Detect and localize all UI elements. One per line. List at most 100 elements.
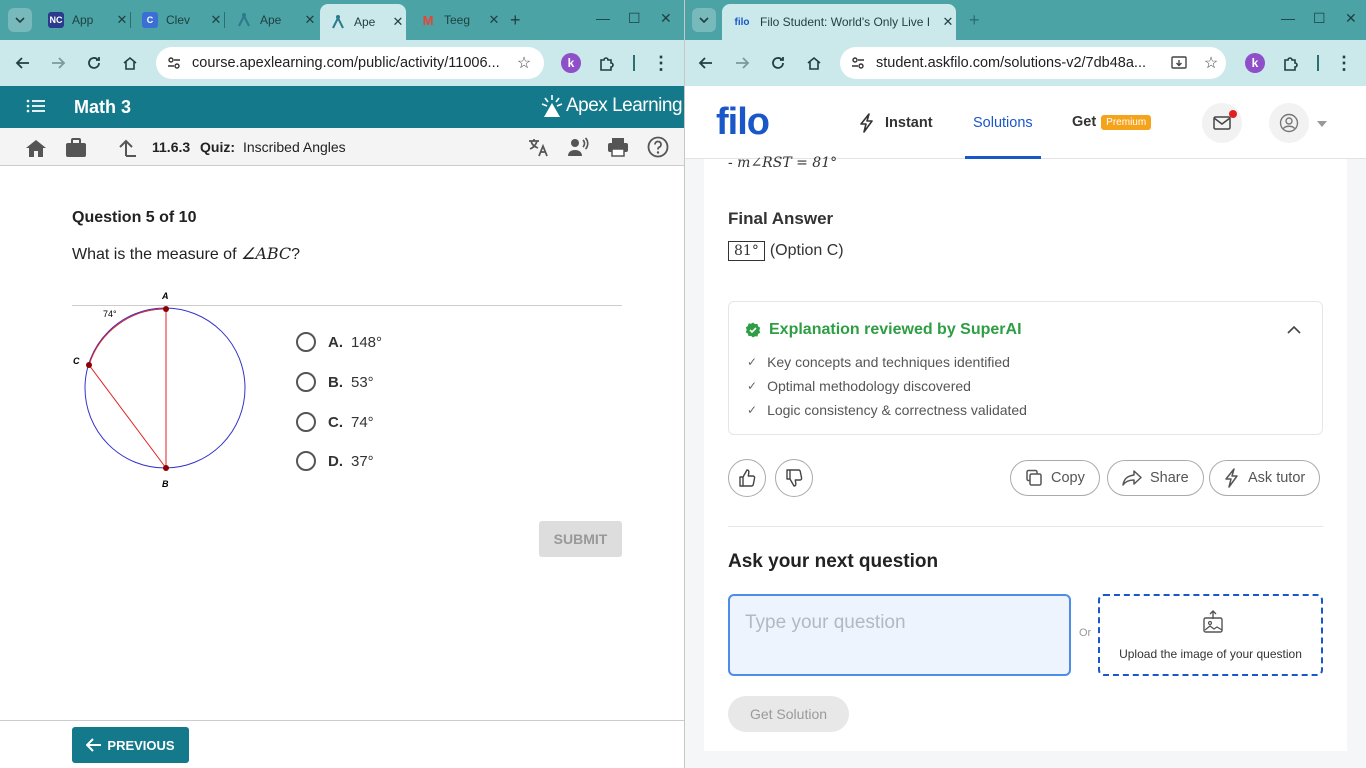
ask-tutor-button[interactable]: Ask tutor [1209,460,1321,496]
reload-icon[interactable] [83,52,105,74]
maximize-icon[interactable]: ☐ [1313,10,1326,27]
check-icon: ✓ [747,403,758,417]
final-answer: 81° (Option C) [728,241,844,261]
profile-dropdown-icon[interactable] [1316,116,1328,134]
activity-name: Inscribed Angles [242,139,346,155]
chord-cb [88,364,167,469]
extension-k-icon[interactable]: k [561,53,581,73]
submit-button[interactable]: SUBMIT [539,521,622,557]
tab-label: Ape [260,13,282,27]
tab-search-button[interactable] [8,8,32,32]
extensions-puzzle-icon[interactable] [1280,52,1302,74]
point-b [163,465,169,471]
tab-apex-1[interactable]: Ape ✕ [226,6,318,34]
option-a[interactable]: A. 148° [296,332,382,352]
minimize-icon[interactable]: — [596,10,610,26]
close-icon[interactable]: ✕ [114,12,130,28]
up-arrow-icon[interactable] [117,138,137,163]
review-item-text: Optimal methodology discovered [767,378,971,394]
upload-image-area[interactable]: Upload the image of your question [1098,594,1323,676]
chevron-down-icon [15,17,25,24]
filo-favicon: filo [734,16,750,28]
back-icon[interactable] [695,52,717,74]
tab-apex-app[interactable]: NC App ✕ [38,6,130,34]
review-checklist: ✓ Key concepts and techniques identified … [747,350,1027,422]
home-icon[interactable] [25,138,47,163]
nav-get-premium[interactable]: Get Premium [1072,114,1152,130]
copy-label: Copy [1051,470,1085,486]
close-window-icon[interactable]: ✕ [660,10,672,27]
hamburger-menu-icon[interactable] [26,98,46,119]
address-bar[interactable]: course.apexlearning.com/public/activity/… [156,47,544,79]
option-d[interactable]: D. 37° [296,451,374,471]
text-to-speech-icon[interactable] [567,136,589,163]
mail-icon [1213,116,1231,130]
more-menu-icon[interactable]: ⋮ [1333,52,1355,74]
tab-separator [130,12,131,28]
nav-instant[interactable]: Instant [859,113,933,133]
close-icon[interactable]: ✕ [208,12,224,28]
home-icon[interactable] [119,52,141,74]
copy-button[interactable]: Copy [1010,460,1100,496]
site-info-icon[interactable] [156,55,192,71]
or-label: Or [1079,627,1092,639]
activity-code: 11.6.3 [152,139,191,155]
tab-clever[interactable]: C Clev ✕ [132,6,224,34]
tab-apex-active[interactable]: Ape ✕ [320,4,406,40]
question-input[interactable]: Type your question [728,594,1071,676]
inbox-button[interactable] [1202,103,1242,143]
install-app-icon[interactable] [1162,55,1196,71]
tab-gmail[interactable]: M Teeg ✕ [410,6,502,34]
point-c [86,362,92,368]
chevron-up-icon[interactable] [1287,322,1301,340]
close-icon[interactable]: ✕ [940,14,956,30]
thumbs-up-button[interactable] [728,459,766,497]
minimize-icon[interactable]: — [1281,10,1295,26]
filo-logo[interactable]: filo [716,100,770,144]
tab-filo-active[interactable]: filo Filo Student: World's Only Live I ✕ [722,4,956,40]
new-tab-icon[interactable]: + [969,10,980,31]
site-info-icon[interactable] [840,55,876,71]
chevron-down-icon [699,17,709,24]
close-icon[interactable]: ✕ [486,12,502,28]
new-tab-icon[interactable]: + [510,10,521,31]
more-menu-icon[interactable]: ⋮ [650,52,672,74]
translate-icon[interactable] [527,136,549,163]
toolbar-divider [1317,55,1319,71]
thumbs-down-button[interactable] [775,459,813,497]
close-window-icon[interactable]: ✕ [1345,10,1357,27]
maximize-icon[interactable]: ☐ [628,10,641,27]
close-icon[interactable]: ✕ [390,14,406,30]
print-icon[interactable] [607,137,629,162]
get-solution-button[interactable]: Get Solution [728,696,849,732]
final-answer-boxed: 81° [728,241,765,261]
nav-solutions-label: Solutions [973,115,1033,131]
share-button[interactable]: Share [1107,460,1204,496]
briefcase-icon[interactable] [65,138,87,163]
radio-d[interactable] [296,451,316,471]
arrow-left-icon [86,738,102,752]
nav-solutions[interactable]: Solutions [965,86,1041,159]
option-c[interactable]: C. 74° [296,412,374,432]
forward-icon[interactable] [47,52,69,74]
help-icon[interactable] [647,136,669,163]
radio-c[interactable] [296,412,316,432]
close-icon[interactable]: ✕ [302,12,318,28]
previous-button[interactable]: PREVIOUS [72,727,189,763]
extensions-puzzle-icon[interactable] [596,52,618,74]
bookmark-star-icon[interactable]: ☆ [1196,53,1226,73]
review-header[interactable]: Explanation reviewed by SuperAI [745,321,1022,339]
option-b[interactable]: B. 53° [296,372,374,392]
right-tab-strip: filo Filo Student: World's Only Live I ✕… [685,0,1366,40]
tab-search-button[interactable] [692,8,716,32]
extension-k-icon[interactable]: k [1245,53,1265,73]
radio-a[interactable] [296,332,316,352]
bookmark-star-icon[interactable]: ☆ [504,53,544,73]
address-bar[interactable]: student.askfilo.com/solutions-v2/7db48a.… [840,47,1226,79]
forward-icon[interactable] [731,52,753,74]
radio-b[interactable] [296,372,316,392]
reload-icon[interactable] [767,52,789,74]
home-icon[interactable] [803,52,825,74]
profile-button[interactable] [1269,103,1309,143]
back-icon[interactable] [12,52,34,74]
